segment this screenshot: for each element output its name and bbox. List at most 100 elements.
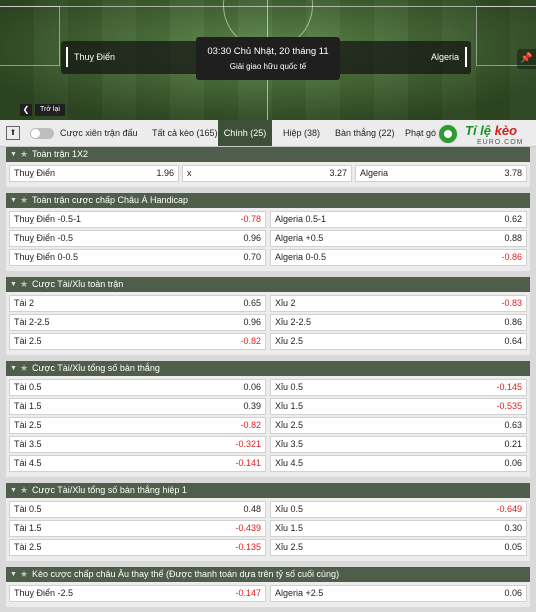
odds-row: Thuỵ Điển -0.5 0.96 Algeria +0.5 0.88	[9, 230, 527, 247]
away-team-name: Algeria	[430, 52, 459, 62]
odd-value: -0.141	[235, 458, 261, 468]
odd-cell[interactable]: Tài 2.5 -0.135	[9, 539, 266, 556]
pin-icon[interactable]: 📌	[517, 49, 536, 69]
selection-name: Xỉu	[275, 298, 289, 308]
selection-label: Thuỵ Điển -2.5	[14, 586, 73, 601]
tab-all[interactable]: Tất cả kèo (165)	[152, 120, 218, 146]
selection-name: Tài	[14, 317, 27, 327]
parlay-toggle[interactable]	[30, 128, 54, 139]
odd-value: 0.48	[243, 504, 261, 514]
section-header[interactable]: ▼ ★ Cược Tài/Xỉu tổng số bàn thắng hiệp 1	[6, 483, 530, 498]
odd-cell[interactable]: Tài 0.5 0.06	[9, 379, 266, 396]
tab-half[interactable]: Hiệp (38)	[283, 120, 320, 146]
section-title: Cược Tài/Xỉu tổng số bàn thắng hiệp 1	[32, 485, 187, 495]
selection-label: Xỉu 1.5	[275, 521, 303, 536]
odd-cell[interactable]: Xỉu 0.5 -0.649	[270, 501, 527, 518]
odd-cell[interactable]: Thuỵ Điển -2.5 -0.147	[9, 585, 266, 602]
odd-cell[interactable]: Tài 2.5 -0.82	[9, 333, 266, 350]
odd-cell[interactable]: Xỉu 2.5 0.64	[270, 333, 527, 350]
selection-name: Xỉu	[275, 439, 289, 449]
parlay-toggle-label: Cược xiên trận đấu	[60, 128, 138, 138]
selection-name: Xỉu	[275, 542, 289, 552]
selection-label: Xỉu 1.5	[275, 399, 303, 414]
odd-cell[interactable]: Algeria 0-0.5 -0.86	[270, 249, 527, 266]
home-color-marker	[66, 47, 68, 67]
odds-row: Thuỵ Điển -2.5 -0.147 Algeria +2.5 0.06	[9, 585, 527, 602]
selection-label: Tài 0.5	[14, 502, 42, 517]
selection-label: Tài 2.5	[14, 418, 42, 433]
odd-cell[interactable]: Thuỵ Điển -0.5-1 -0.78	[9, 211, 266, 228]
selection-label: Xỉu 2.5	[275, 540, 303, 555]
selection-name: Tài	[14, 336, 27, 346]
odd-cell[interactable]: Tài 3.5 -0.321	[9, 436, 266, 453]
odd-value: -0.439	[235, 523, 261, 533]
odd-cell[interactable]: Tài 0.5 0.48	[9, 501, 266, 518]
odd-cell[interactable]: Xỉu 1.5 0.30	[270, 520, 527, 537]
odd-cell[interactable]: Xỉu 2.5 0.63	[270, 417, 527, 434]
selection-label: Thuỵ Điển -0.5-1	[14, 212, 81, 227]
odd-cell[interactable]: Xỉu 4.5 0.06	[270, 455, 527, 472]
handicap-line: 2-2.5	[290, 317, 312, 327]
odd-value: 0.70	[243, 252, 261, 262]
star-icon[interactable]: ★	[20, 193, 28, 208]
star-icon[interactable]: ★	[20, 147, 28, 162]
odd-cell[interactable]: Xỉu 0.5 -0.145	[270, 379, 527, 396]
selection-name: Algeria	[275, 233, 304, 243]
odd-cell[interactable]: Thuỵ Điển -0.5 0.96	[9, 230, 266, 247]
handicap-line: 3.5	[290, 439, 304, 449]
chevron-left-icon: ❮	[20, 104, 32, 116]
star-icon[interactable]: ★	[20, 567, 28, 582]
market-section: ▼ ★ Toàn trận 1X2 Thuỵ Điển 1.96 x 3.27 Al…	[6, 147, 530, 187]
section-header[interactable]: ▼ ★ Toàn trận 1X2	[6, 147, 530, 162]
selection-label: Algeria +0.5	[275, 231, 323, 246]
odd-value: 0.21	[504, 439, 522, 449]
section-header[interactable]: ▼ ★ Cược Tài/Xỉu tổng số bàn thắng	[6, 361, 530, 376]
star-icon[interactable]: ★	[20, 483, 28, 498]
odd-cell[interactable]: Xỉu 3.5 0.21	[270, 436, 527, 453]
odd-cell[interactable]: Tài 1.5 0.39	[9, 398, 266, 415]
back-button[interactable]: ❮ Trở lại	[20, 104, 65, 116]
odd-cell[interactable]: Xỉu 2.5 0.05	[270, 539, 527, 556]
odd-cell[interactable]: Tài 1.5 -0.439	[9, 520, 266, 537]
double-chevron-up-icon[interactable]: ⬆	[6, 126, 20, 140]
star-icon[interactable]: ★	[20, 277, 28, 292]
odd-cell[interactable]: Algeria 3.78	[355, 165, 527, 182]
odd-cell[interactable]: Tài 2-2.5 0.96	[9, 314, 266, 331]
odd-cell[interactable]: Algeria +2.5 0.06	[270, 585, 527, 602]
section-rows: Thuỵ Điển 1.96 x 3.27 Algeria 3.78	[6, 162, 530, 187]
handicap-line: +0.5	[305, 233, 324, 243]
odd-cell[interactable]: Xỉu 1.5 -0.535	[270, 398, 527, 415]
odd-cell[interactable]: Thuỵ Điển 0-0.5 0.70	[9, 249, 266, 266]
match-time: 03:30 Chủ Nhật, 20 tháng 11	[207, 46, 329, 57]
selection-name: Xỉu	[275, 336, 289, 346]
odd-cell[interactable]: Algeria 0.5-1 0.62	[270, 211, 527, 228]
odd-cell[interactable]: Xỉu 2 -0.83	[270, 295, 527, 312]
star-icon[interactable]: ★	[20, 361, 28, 376]
selection-label: Algeria 0.5-1	[275, 212, 326, 227]
selection-name: Xỉu	[275, 317, 289, 327]
odd-cell[interactable]: Thuỵ Điển 1.96	[9, 165, 179, 182]
odd-cell[interactable]: Algeria +0.5 0.88	[270, 230, 527, 247]
odd-value: 0.06	[243, 382, 261, 392]
selection-name: Tài	[14, 439, 27, 449]
penalty-box-left	[0, 6, 60, 66]
tab-goals[interactable]: Bàn thắng (22)	[335, 120, 395, 146]
odd-cell[interactable]: Tài 2 0.65	[9, 295, 266, 312]
market-section: ▼ ★ Kèo cược chấp châu Âu thay thế (Được t…	[6, 567, 530, 607]
odds-row: Tài 2-2.5 0.96 Xỉu 2-2.5 0.86	[9, 314, 527, 331]
odd-cell[interactable]: x 3.27	[182, 165, 352, 182]
odd-cell[interactable]: Xỉu 2-2.5 0.86	[270, 314, 527, 331]
odd-cell[interactable]: Tài 2.5 -0.82	[9, 417, 266, 434]
odd-cell[interactable]: Tài 4.5 -0.141	[9, 455, 266, 472]
section-header[interactable]: ▼ ★ Toàn trận cược chấp Châu Á Handicap	[6, 193, 530, 208]
tab-main[interactable]: Chính (25)	[218, 120, 272, 146]
section-header[interactable]: ▼ ★ Kèo cược chấp châu Âu thay thế (Được t…	[6, 567, 530, 582]
handicap-line: 2.5	[29, 542, 42, 552]
selection-label: Xỉu 4.5	[275, 456, 303, 471]
odd-value: -0.83	[501, 298, 522, 308]
caret-down-icon: ▼	[10, 281, 17, 288]
handicap-line: 4.5	[290, 458, 304, 468]
selection-name: Tài	[14, 298, 27, 308]
selection-name: Tài	[14, 401, 27, 411]
section-header[interactable]: ▼ ★ Cược Tài/Xỉu toàn trận	[6, 277, 530, 292]
